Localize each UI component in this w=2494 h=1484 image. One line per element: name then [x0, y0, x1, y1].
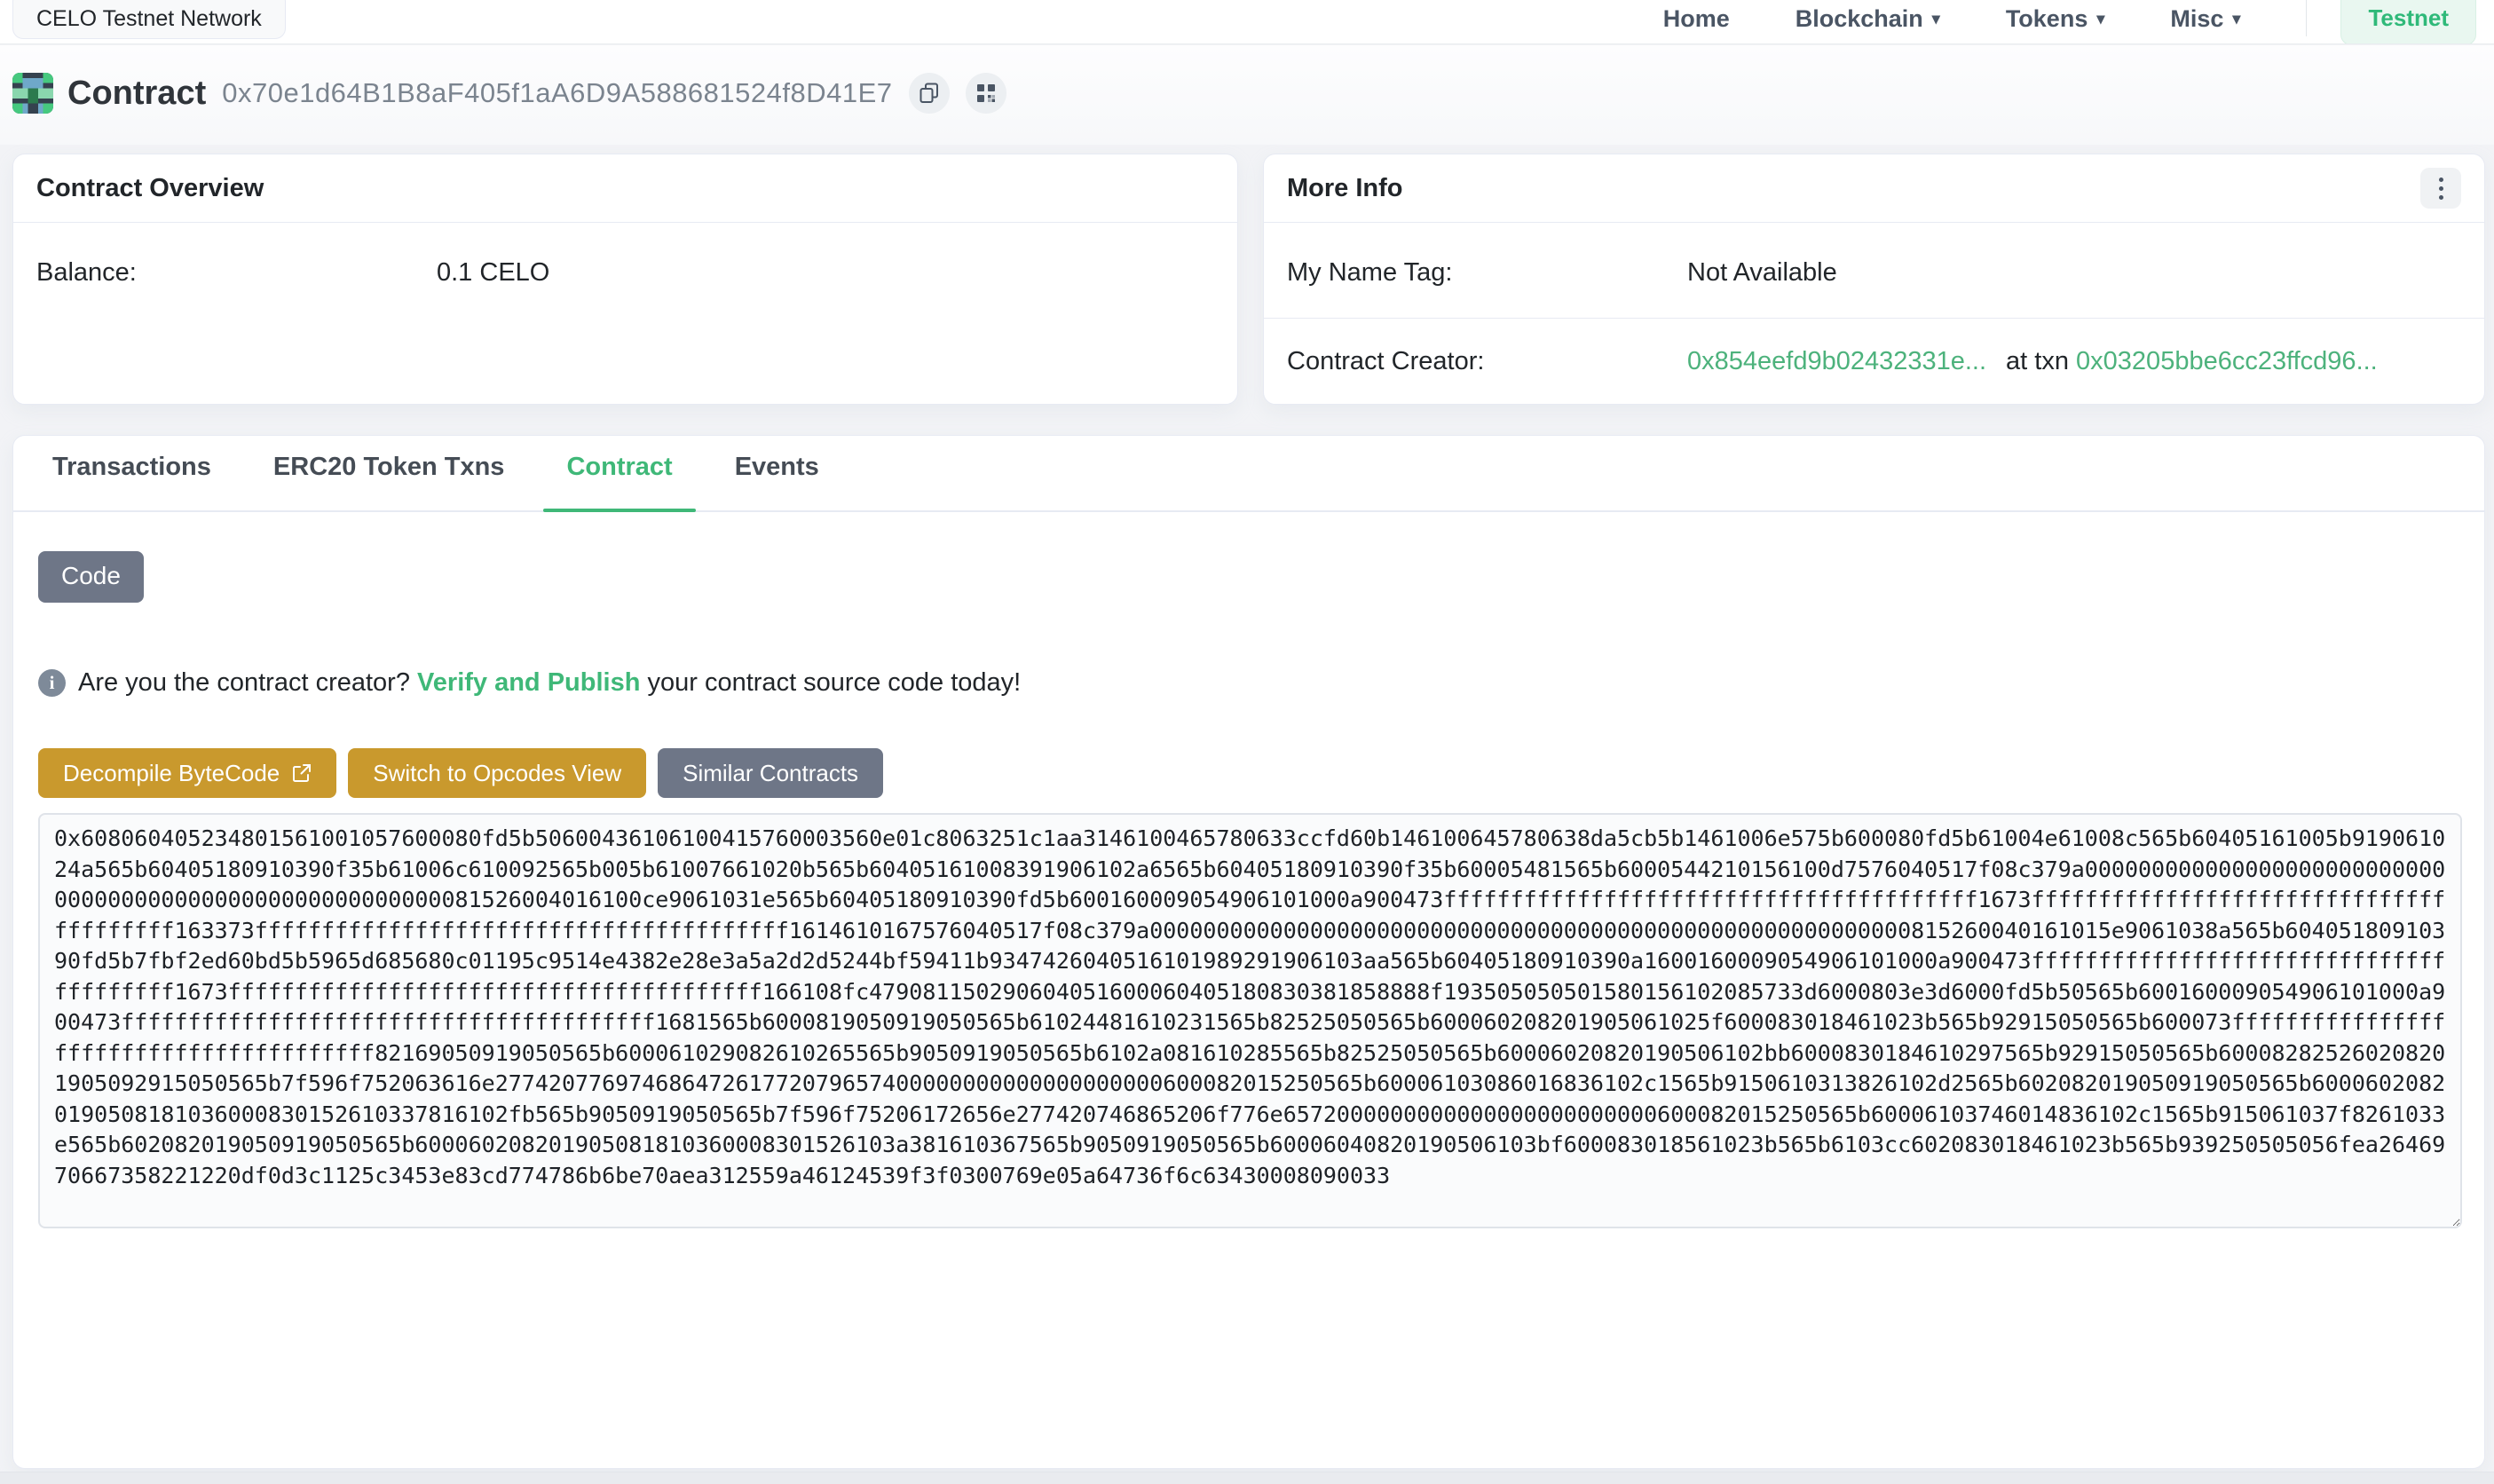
- at-txn-text: at txn: [2006, 347, 2069, 375]
- tab-events[interactable]: Events: [731, 453, 823, 510]
- qr-code-button[interactable]: [966, 73, 1006, 114]
- contract-address: 0x70e1d64B1B8aF405f1aA6D9A588681524f8D41…: [222, 77, 892, 109]
- footer-band: [0, 1472, 2494, 1484]
- main-card: Transactions ERC20 Token Txns Contract E…: [12, 435, 2485, 1469]
- page-title: Contract: [67, 75, 206, 113]
- nav-item-tokens[interactable]: Tokens ▾: [2006, 0, 2105, 33]
- chevron-down-icon: ▾: [2096, 10, 2104, 28]
- network-badge[interactable]: CELO Testnet Network: [12, 0, 286, 39]
- similar-contracts-button[interactable]: Similar Contracts: [658, 748, 883, 798]
- contract-overview-title: Contract Overview: [36, 174, 264, 203]
- switch-to-opcodes-view-button[interactable]: Switch to Opcodes View: [348, 748, 646, 798]
- contract-creator-value: 0x854eefd9b02432331e... at txn 0x03205bbe…: [1687, 347, 2378, 376]
- top-nav-menu: Home Blockchain ▾ Tokens ▾ Misc ▾ Testne…: [1663, 0, 2476, 44]
- contract-title-row: Contract 0x70e1d64B1B8aF405f1aA6D9A58868…: [12, 73, 1006, 114]
- tab-bar: Transactions ERC20 Token Txns Contract E…: [13, 436, 2484, 512]
- contract-overview-header: Contract Overview: [13, 154, 1237, 223]
- chevron-down-icon: ▾: [2232, 10, 2240, 28]
- nav-item-misc[interactable]: Misc ▾: [2170, 0, 2240, 33]
- external-link-icon: [292, 763, 312, 783]
- creator-address-link[interactable]: 0x854eefd9b02432331e...: [1687, 347, 1986, 375]
- kebab-icon: [2439, 178, 2443, 200]
- name-tag-row: My Name Tag: Not Available: [1264, 223, 2484, 319]
- top-navbar: CELO Testnet Network Home Blockchain ▾ T…: [0, 0, 2494, 44]
- network-selector-button[interactable]: Testnet: [2340, 0, 2476, 44]
- verify-and-publish-link[interactable]: Verify and Publish: [417, 668, 640, 698]
- bytecode-actions: Decompile ByteCode Switch to Opcodes Vie…: [38, 748, 895, 798]
- nav-item-blockchain[interactable]: Blockchain ▾: [1796, 0, 1940, 33]
- more-info-header: More Info: [1264, 154, 2484, 223]
- copy-address-button[interactable]: [909, 73, 950, 114]
- decompile-bytecode-button[interactable]: Decompile ByteCode: [38, 748, 336, 798]
- chevron-down-icon: ▾: [1932, 10, 1940, 28]
- contract-bytecode-textarea[interactable]: 0x608060405234801561001057600080fd5b5060…: [38, 813, 2462, 1228]
- nav-divider: [2306, 0, 2307, 36]
- copy-icon: [919, 83, 939, 104]
- nav-item-home[interactable]: Home: [1663, 0, 1730, 33]
- contract-overview-card: Contract Overview Balance: 0.1 CELO: [12, 154, 1238, 405]
- more-info-card: More Info My Name Tag: Not Available Con…: [1263, 154, 2485, 405]
- tab-contract[interactable]: Contract: [563, 453, 675, 510]
- page: CELO Testnet Network Home Blockchain ▾ T…: [0, 0, 2494, 1484]
- more-info-menu-button[interactable]: [2420, 168, 2461, 209]
- verify-prompt-prefix: Are you the contract creator?: [78, 668, 417, 698]
- contract-creator-row: Contract Creator: 0x854eefd9b02432331e..…: [1264, 319, 2484, 376]
- verify-prompt-suffix: your contract source code today!: [640, 668, 1021, 698]
- code-chip-button[interactable]: Code: [38, 551, 144, 603]
- balance-row: Balance: 0.1 CELO: [13, 223, 1237, 321]
- more-info-title: More Info: [1287, 174, 1403, 203]
- balance-value: 0.1 CELO: [437, 258, 549, 288]
- contract-creator-label: Contract Creator:: [1287, 347, 1687, 376]
- info-icon: i: [38, 669, 66, 697]
- tab-erc20-token-txns[interactable]: ERC20 Token Txns: [270, 453, 509, 510]
- tab-transactions[interactable]: Transactions: [49, 453, 215, 510]
- qr-code-icon: [976, 83, 996, 103]
- balance-label: Balance:: [36, 258, 437, 288]
- verify-prompt: i Are you the contract creator? Verify an…: [38, 668, 1021, 698]
- creation-tx-link[interactable]: 0x03205bbe6cc23ffcd96...: [2076, 347, 2378, 375]
- name-tag-value: Not Available: [1687, 258, 1837, 288]
- name-tag-label: My Name Tag:: [1287, 258, 1687, 288]
- contract-identicon: [12, 73, 53, 114]
